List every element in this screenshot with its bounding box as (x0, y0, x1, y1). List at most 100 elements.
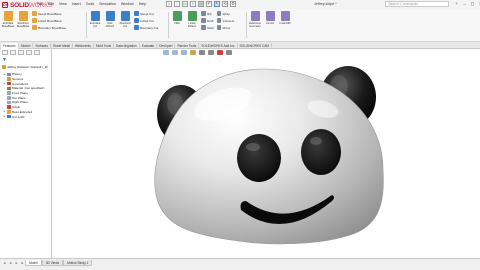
shell-button[interactable]: Shell (201, 25, 214, 30)
open-icon[interactable]: ▭ (182, 1, 188, 7)
select-icon[interactable]: ↖ (214, 1, 220, 7)
linear-pattern-button[interactable]: Linear Pattern (186, 11, 198, 30)
display-manager-icon[interactable] (34, 50, 40, 55)
options-icon[interactable]: ⚙ (230, 1, 236, 7)
tree-item-cut-loft1[interactable]: ▸ Cut-Loft1 (3, 114, 45, 119)
manager-tabs (2, 50, 40, 55)
undo-icon[interactable]: ↶ (206, 1, 212, 7)
swept-boss-button[interactable]: Swept Boss/Base (32, 11, 66, 16)
boundary-boss-icon (32, 25, 37, 30)
feature-manager-icon[interactable] (2, 50, 8, 55)
help-icon[interactable]: ? (454, 1, 459, 6)
wrap-icon (216, 11, 222, 16)
menu-simulation[interactable]: Simulation (99, 2, 116, 6)
prev-tab-icon[interactable]: ◂ (8, 261, 13, 266)
rebuild-icon[interactable]: ⟲ (222, 1, 228, 7)
curves-button[interactable]: Curves (264, 11, 276, 28)
expand-icon[interactable]: ▸ (3, 115, 6, 118)
command-manager: Extruded Boss/Base Revolved Boss/Base Sw… (0, 9, 480, 42)
annotation-icon (7, 81, 11, 86)
instant3d-icon (280, 11, 290, 21)
revolved-cut-button[interactable]: Revolved Cut (119, 11, 131, 30)
draft-icon (201, 18, 206, 23)
extruded-cut-button[interactable]: Extruded Cut (89, 11, 101, 30)
ribbon-divider (86, 12, 87, 38)
menu-view[interactable]: View (59, 2, 67, 6)
reference-geometry-icon (250, 11, 260, 21)
mirror-button[interactable]: Mirror (216, 25, 235, 30)
next-tab-icon[interactable]: ▸ (14, 261, 19, 266)
linear-pattern-icon (187, 11, 197, 21)
panda-face-model[interactable] (53, 49, 480, 258)
lofted-boss-button[interactable]: Lofted Boss/Base (32, 18, 66, 23)
first-tab-icon[interactable]: ◂ (2, 261, 7, 266)
menu-insert[interactable]: Insert (72, 2, 81, 6)
revolve-boss-icon (18, 11, 28, 21)
menu-help[interactable]: Help (139, 2, 146, 6)
revolve-cut-icon (120, 11, 130, 21)
origin-icon (7, 105, 11, 109)
boundary-cut-icon (134, 25, 139, 30)
menu-window[interactable]: Window (121, 2, 134, 6)
configuration-manager-icon[interactable] (18, 50, 24, 55)
maximize-icon[interactable]: ▢ (470, 1, 475, 6)
graphics-area[interactable] (53, 49, 480, 258)
swept-boss-icon (32, 11, 37, 16)
bottom-tab-bar: ◂ ◂ ▸ ▸ Model 3D Views Motion Study 1 (0, 258, 480, 270)
boundary-cut-button[interactable]: Boundary Cut (134, 25, 158, 30)
lofted-boss-icon (32, 18, 37, 23)
property-manager-icon[interactable] (10, 50, 16, 55)
swept-cut-button[interactable]: Swept Cut (134, 11, 158, 16)
hole-wizard-icon (105, 11, 115, 21)
boss-features-group: Extruded Boss/Base Revolved Boss/Base Sw… (2, 11, 66, 30)
minimize-icon[interactable]: – (462, 1, 467, 6)
part-icon (2, 65, 6, 69)
logo-text-bold: SOLID (10, 1, 29, 9)
tab-motion-study[interactable]: Motion Study 1 (63, 260, 93, 266)
cut-features-group: Extruded Cut Hole Wizard Revolved Cut Sw… (89, 11, 158, 30)
extruded-boss-button[interactable]: Extruded Boss/Base (2, 11, 14, 30)
material-icon (7, 86, 11, 91)
tab-model[interactable]: Model (25, 260, 42, 266)
revolved-boss-button[interactable]: Revolved Boss/Base (17, 11, 29, 30)
tab-3d-views[interactable]: 3D Views (41, 260, 64, 266)
applied-features-group: Fillet Linear Pattern Rib Draft Shell Wr… (171, 11, 234, 30)
menu-file[interactable]: File (37, 2, 43, 6)
extrude-boss-icon (3, 11, 13, 21)
menu-edit[interactable]: Edit (48, 2, 54, 6)
history-icon (7, 72, 11, 77)
home-icon[interactable]: ⌂ (166, 1, 172, 7)
hole-wizard-button[interactable]: Hole Wizard (104, 11, 116, 30)
title-bar: DS SOLIDWORKS File Edit View Insert Tool… (0, 0, 480, 9)
ribbon-divider (246, 12, 247, 38)
window-controls: ? – ▢ ✕ (454, 1, 480, 6)
plane-icon (7, 96, 11, 100)
part-node[interactable]: Jeffrey (Default<<Default>_Di (2, 65, 48, 69)
print-icon[interactable]: ▤ (198, 1, 204, 7)
command-tabs: Features Sketch Surfaces Sheet Metal Wel… (0, 42, 480, 49)
dimxpert-manager-icon[interactable] (26, 50, 32, 55)
new-document-icon[interactable]: ▫ (174, 1, 180, 7)
reference-group: Reference Geometry Curves Instant3D (249, 11, 291, 28)
boundary-boss-button[interactable]: Boundary Boss/Base (32, 25, 66, 30)
expand-icon[interactable]: ▸ (3, 110, 6, 113)
reference-geometry-button[interactable]: Reference Geometry (249, 11, 261, 28)
expand-icon[interactable]: ▸ (3, 82, 6, 85)
expand-icon[interactable]: ▸ (3, 72, 6, 76)
feature-list: ▸ History Sensors ▸ Annotations Material <… (3, 72, 45, 119)
wrap-button[interactable]: Wrap (216, 11, 235, 16)
fillet-button[interactable]: Fillet (171, 11, 183, 30)
filter-icon[interactable]: ▼ (2, 58, 7, 63)
instant3d-button[interactable]: Instant3D (279, 11, 291, 28)
menu-tools[interactable]: Tools (86, 2, 94, 6)
intersect-button[interactable]: Intersect (216, 18, 234, 23)
lofted-cut-button[interactable]: Lofted Cut (134, 18, 158, 23)
search-input[interactable]: Search Commands (385, 1, 449, 7)
shell-icon (201, 25, 206, 30)
draft-button[interactable]: Draft (201, 18, 214, 23)
curves-icon (265, 11, 275, 21)
save-icon[interactable]: ▪ (190, 1, 196, 7)
extrude-cut-icon (90, 11, 100, 21)
rib-button[interactable]: Rib (201, 11, 214, 16)
plane-icon (7, 91, 11, 95)
